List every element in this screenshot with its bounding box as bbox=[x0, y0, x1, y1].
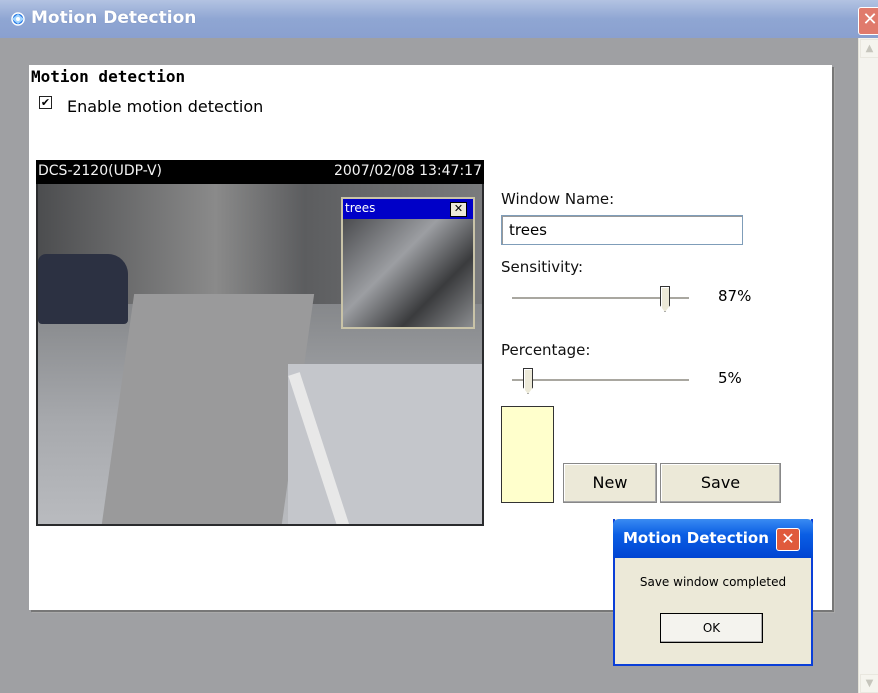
window-title-bar: Motion Detection ✕ bbox=[0, 0, 878, 38]
sensitivity-label: Sensitivity: bbox=[501, 258, 584, 276]
window-name-input[interactable] bbox=[507, 220, 741, 240]
camera-name: DCS-2120(UDP-V) bbox=[38, 163, 163, 179]
window-close-button[interactable]: ✕ bbox=[858, 7, 878, 35]
enable-motion-checkbox[interactable]: ✔ bbox=[39, 96, 52, 109]
motion-window-name: trees bbox=[345, 201, 376, 215]
dialog-title: Motion Detection bbox=[623, 529, 769, 547]
dialog-ok-button[interactable]: OK bbox=[660, 613, 763, 643]
section-title: Motion detection bbox=[31, 67, 186, 86]
dialog-title-bar: Motion Detection ✕ bbox=[613, 519, 813, 558]
save-button[interactable]: Save bbox=[660, 463, 781, 503]
enable-motion-label[interactable]: Enable motion detection bbox=[67, 97, 263, 116]
new-button[interactable]: New bbox=[563, 463, 657, 503]
motion-window-region[interactable]: trees ✕ bbox=[341, 197, 475, 329]
percentage-track[interactable] bbox=[512, 379, 689, 382]
window-title: Motion Detection bbox=[31, 8, 197, 28]
motion-window-close-icon[interactable]: ✕ bbox=[450, 202, 467, 217]
video-timestamp: 2007/02/08 13:47:17 bbox=[333, 163, 482, 179]
scroll-down-icon[interactable]: ▼ bbox=[860, 674, 878, 693]
scroll-up-icon[interactable]: ▲ bbox=[860, 39, 878, 58]
vertical-scrollbar[interactable]: ▲ ▼ bbox=[858, 38, 878, 693]
percentage-label: Percentage: bbox=[501, 341, 591, 359]
sensitivity-value: 87% bbox=[718, 287, 752, 305]
scene-road bbox=[101, 294, 315, 524]
window-color-swatch bbox=[501, 406, 554, 503]
dialog-message: Save window completed bbox=[639, 575, 787, 589]
motion-eye-icon bbox=[11, 12, 25, 26]
percentage-value: 5% bbox=[718, 369, 742, 387]
video-header: DCS-2120(UDP-V) 2007/02/08 13:47:17 bbox=[36, 160, 484, 184]
motion-window-body bbox=[343, 219, 473, 327]
save-complete-dialog: Motion Detection ✕ Save window completed… bbox=[613, 519, 813, 666]
dialog-close-button[interactable]: ✕ bbox=[776, 528, 800, 551]
motion-window-header[interactable]: trees ✕ bbox=[343, 199, 473, 219]
scene-car bbox=[38, 254, 128, 324]
window-name-field[interactable] bbox=[501, 215, 743, 245]
window-name-label: Window Name: bbox=[501, 190, 615, 208]
